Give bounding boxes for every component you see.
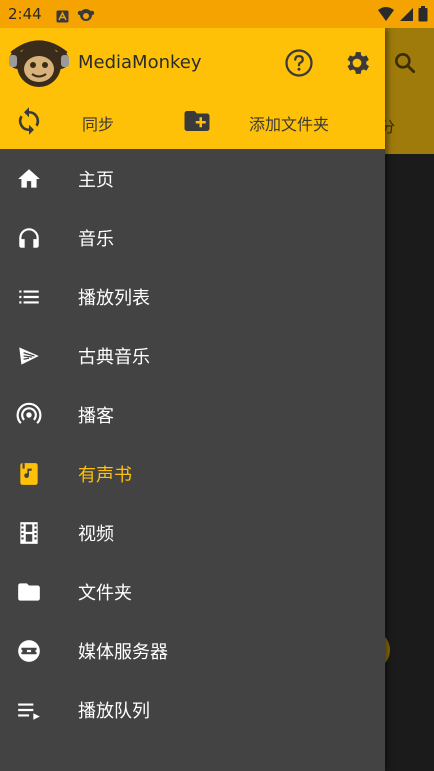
media-server-icon [16,638,42,664]
menu-item-label: 主页 [78,169,114,191]
classical-icon [16,343,42,369]
menu-item-audiobooks[interactable]: 有声书 [0,444,385,503]
add-folder-label[interactable]: 添加文件夹 [249,111,329,135]
status-time: 2:44 [8,5,42,23]
menu-item-label: 播客 [78,405,114,427]
sync-icon [18,107,40,135]
help-icon [285,49,313,77]
gear-icon [347,52,369,74]
notification-a-icon [56,8,69,27]
settings-button[interactable] [342,48,372,78]
menu-item-home[interactable]: 主页 [0,149,385,208]
playlist-icon [16,284,42,310]
menu-item-label: 有声书 [78,464,132,486]
mediamonkey-logo-icon [8,38,70,90]
folder-add-icon [184,111,210,131]
app-title: MediaMonkey [78,52,202,73]
add-folder-button[interactable] [182,106,212,136]
menu-item-label: 播放队列 [78,700,150,722]
sync-label[interactable]: 同步 [82,111,114,135]
menu-item-music[interactable]: 音乐 [0,208,385,267]
sync-button[interactable] [14,106,44,136]
menu-item-classical[interactable]: 古典音乐 [0,326,385,385]
menu-item-podcasts[interactable]: 播客 [0,385,385,444]
menu-item-videos[interactable]: 视频 [0,503,385,562]
menu-item-media-servers[interactable]: 媒体服务器 [0,621,385,680]
audiobook-icon [16,461,42,487]
status-bar: 2:44 [0,0,434,28]
menu-item-label: 媒体服务器 [78,641,168,663]
queue-icon [16,697,42,723]
drawer-header: MediaMonkey 同步 添加文件夹 [0,28,385,149]
headphones-icon [16,225,42,251]
menu-item-folders[interactable]: 文件夹 [0,562,385,621]
menu-item-label: 视频 [78,523,114,545]
menu-item-label: 音乐 [78,228,114,250]
help-button[interactable] [284,48,314,78]
menu-item-label: 古典音乐 [78,346,150,368]
battery-icon [418,6,428,26]
wifi-icon [377,6,395,26]
navigation-drawer: MediaMonkey 同步 添加文件夹 主页 音乐 播放列表 古典音乐 播客 … [0,28,385,771]
menu-item-label: 播放列表 [78,287,150,309]
monkey-notification-icon [77,7,95,27]
video-icon [16,520,42,546]
folder-icon [16,579,42,605]
home-icon [16,166,42,192]
podcast-icon [16,402,42,428]
menu-item-play-queue[interactable]: 播放队列 [0,680,385,739]
cell-signal-icon [399,7,414,26]
search-icon[interactable] [392,50,418,76]
menu-item-playlists[interactable]: 播放列表 [0,267,385,326]
menu-item-label: 文件夹 [78,582,132,604]
drawer-menu: 主页 音乐 播放列表 古典音乐 播客 有声书 视频 文件夹 媒体服务器 播放队列 [0,149,385,739]
